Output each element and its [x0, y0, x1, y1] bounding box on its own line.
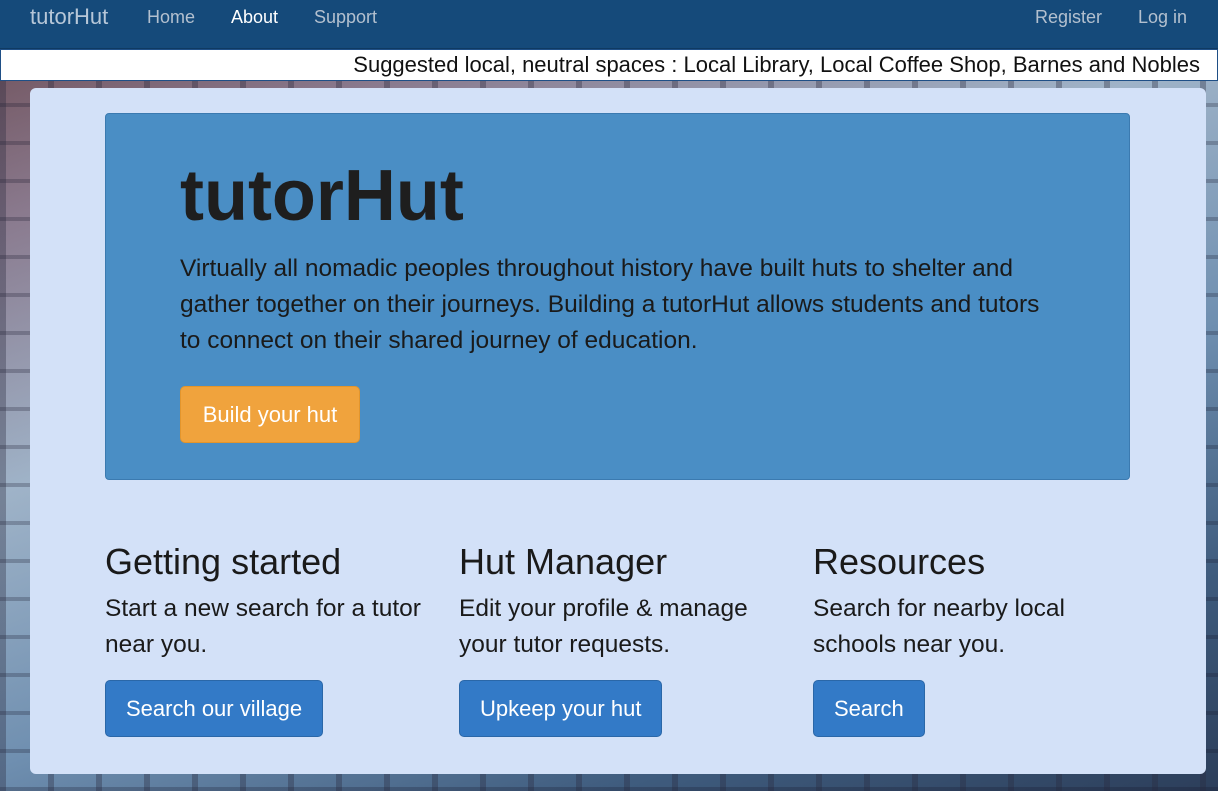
- hut-manager-text: Edit your profile & manage your tutor re…: [459, 595, 748, 658]
- getting-started-text: Start a new search for a tutor near you.: [105, 595, 421, 658]
- brand-link[interactable]: tutorHut: [30, 4, 108, 30]
- hut-manager-heading: Hut Manager: [459, 541, 668, 582]
- nav-support-link[interactable]: Support: [314, 7, 377, 28]
- nav-home-link[interactable]: Home: [147, 7, 195, 28]
- hero-jumbotron: tutorHut Virtually all nomadic peoples t…: [105, 113, 1130, 480]
- search-village-button[interactable]: Search our village: [105, 680, 324, 737]
- register-link[interactable]: Register: [1035, 7, 1102, 28]
- suggested-spaces-text: Suggested local, neutral spaces : Local …: [353, 52, 1200, 77]
- login-link[interactable]: Log in: [1138, 7, 1187, 28]
- nav-about-link[interactable]: About: [231, 7, 278, 28]
- search-schools-button[interactable]: Search: [813, 680, 925, 737]
- build-hut-button[interactable]: Build your hut: [180, 386, 360, 443]
- hero-title: tutorHut: [180, 156, 464, 236]
- hut-manager-column: Hut Manager Edit your profile & manage y…: [459, 541, 789, 737]
- top-navbar: tutorHut Home About Support Register Log…: [0, 0, 1218, 49]
- resources-text: Search for nearby local schools near you…: [813, 595, 1065, 658]
- resources-heading: Resources: [813, 541, 986, 582]
- upkeep-hut-button[interactable]: Upkeep your hut: [459, 680, 663, 737]
- suggested-spaces-marquee: Suggested local, neutral spaces : Local …: [0, 49, 1218, 81]
- getting-started-column: Getting started Start a new search for a…: [105, 541, 435, 737]
- getting-started-heading: Getting started: [105, 541, 342, 582]
- hero-description: Virtually all nomadic peoples throughout…: [180, 255, 1040, 354]
- main-container: tutorHut Virtually all nomadic peoples t…: [30, 88, 1206, 774]
- resources-column: Resources Search for nearby local school…: [813, 541, 1143, 737]
